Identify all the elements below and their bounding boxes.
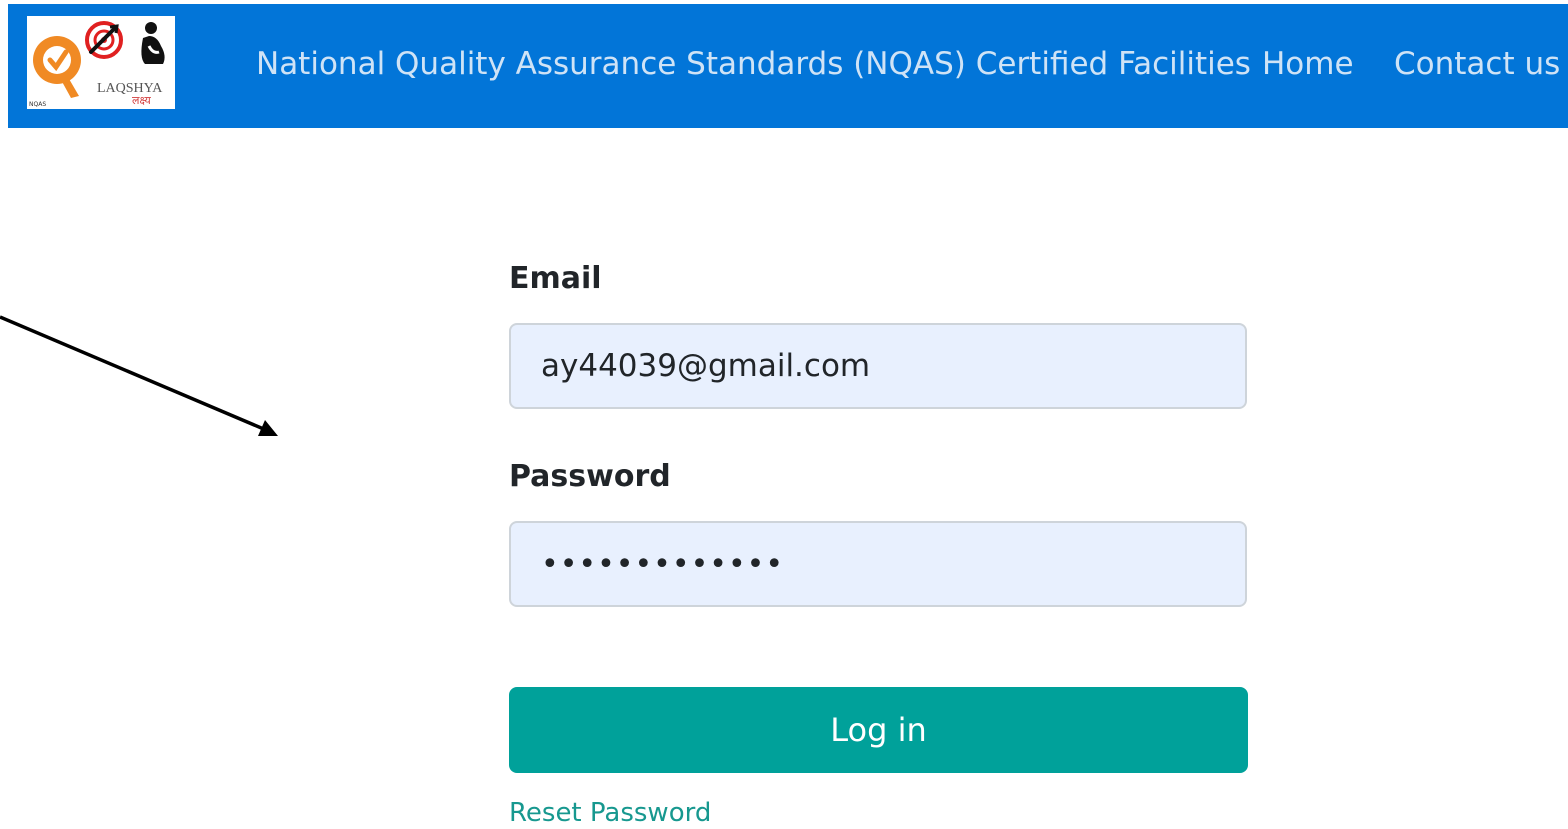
password-field[interactable] (509, 521, 1247, 607)
email-label: Email (509, 261, 602, 296)
nav-title-link[interactable]: National Quality Assurance Standards (NQ… (256, 44, 1251, 84)
pointer-arrow-icon (0, 315, 278, 436)
password-label: Password (509, 459, 671, 494)
reset-password-link[interactable]: Reset Password (509, 797, 711, 829)
nav-contact-link[interactable]: Contact us (1394, 44, 1560, 84)
login-button[interactable]: Log in (509, 687, 1248, 773)
email-field[interactable] (509, 323, 1247, 409)
nav-home-link[interactable]: Home (1262, 44, 1354, 84)
